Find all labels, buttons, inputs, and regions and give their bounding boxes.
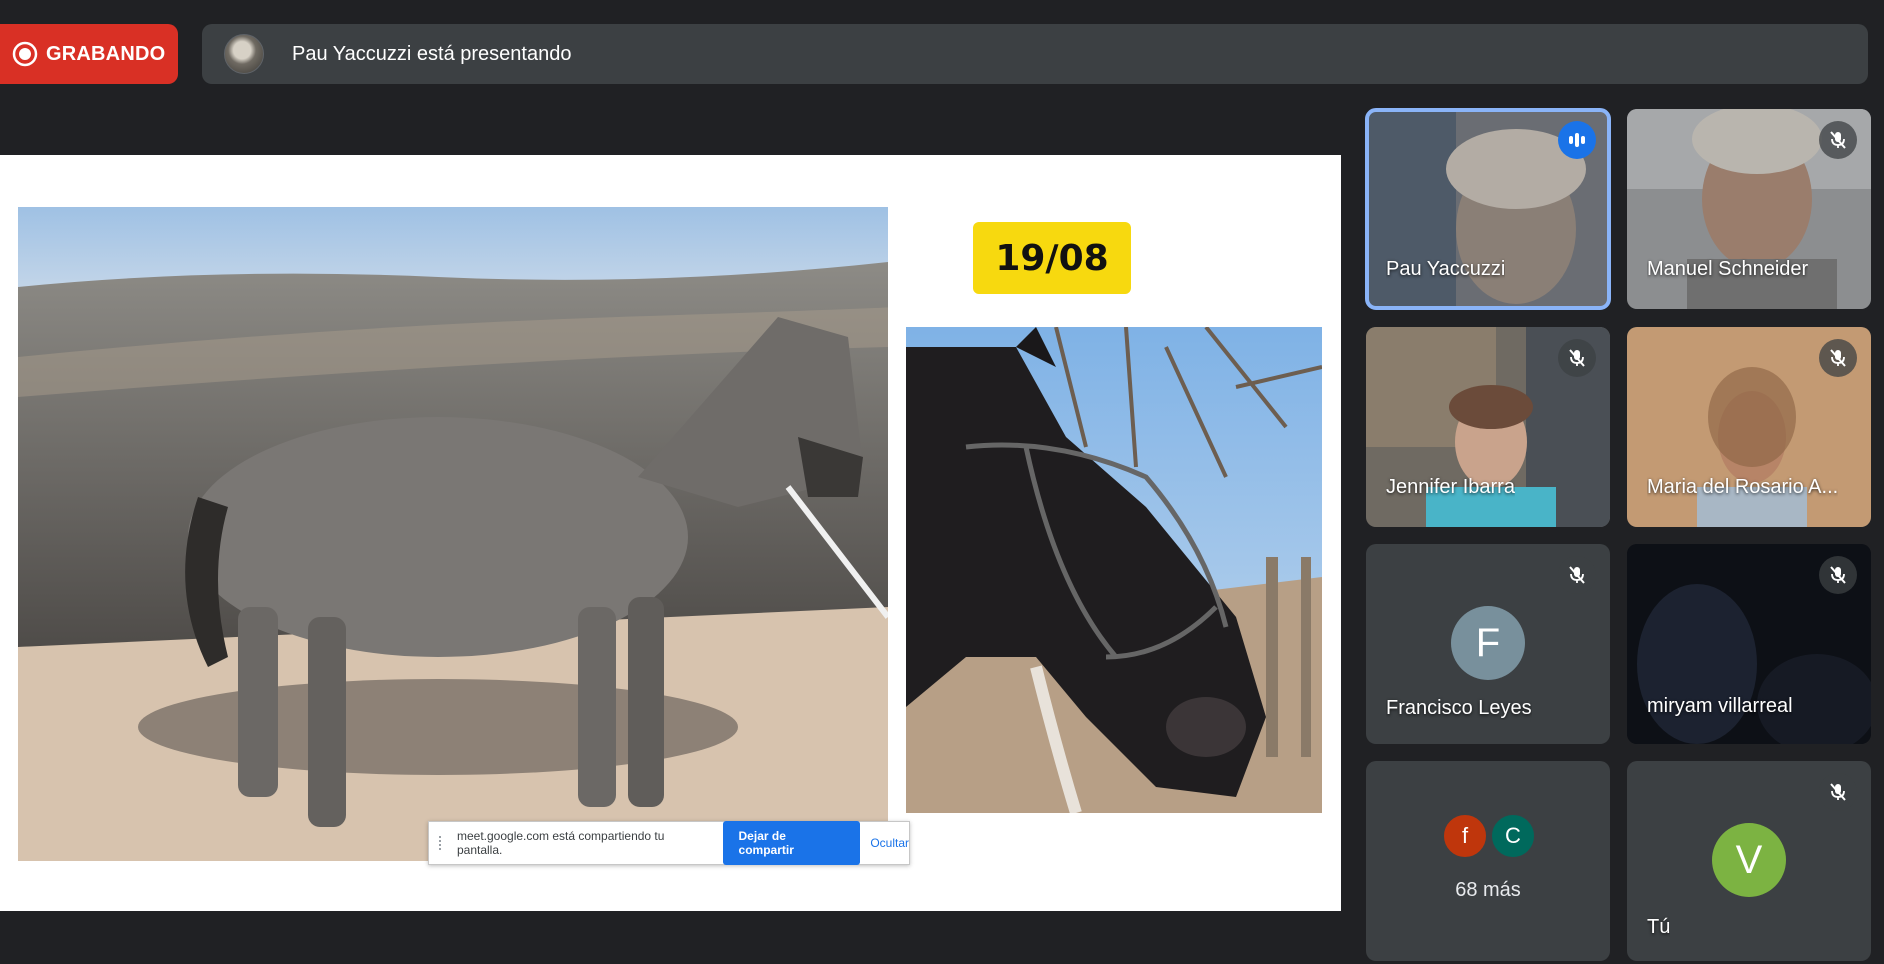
- participant-name: Manuel Schneider: [1647, 258, 1809, 280]
- participant-name: Jennifer Ibarra: [1386, 476, 1515, 498]
- participant-name: Francisco Leyes: [1386, 697, 1532, 719]
- presenter-avatar: [224, 34, 264, 74]
- recording-label: GRABANDO: [46, 42, 166, 65]
- horse-photo-left: [18, 207, 888, 861]
- participant-name: Pau Yaccuzzi: [1386, 258, 1506, 280]
- participant-tile-jennifer-ibarra[interactable]: Jennifer Ibarra: [1366, 327, 1610, 527]
- hide-notice-button[interactable]: Ocultar: [870, 836, 909, 850]
- participant-tile-manuel-schneider[interactable]: Manuel Schneider: [1627, 109, 1871, 309]
- avatar: C: [1490, 813, 1536, 859]
- recording-badge[interactable]: GRABANDO: [0, 24, 178, 84]
- drag-handle-icon[interactable]: [439, 836, 447, 850]
- participant-tile-francisco-leyes[interactable]: F Francisco Leyes: [1366, 544, 1610, 744]
- horse-photo-right: [906, 327, 1322, 813]
- presenter-banner: Pau Yaccuzzi está presentando: [202, 24, 1868, 84]
- screen-share-notice: meet.google.com está compartiendo tu pan…: [428, 821, 910, 865]
- mic-off-icon: [1819, 121, 1857, 159]
- more-participants-label: 68 más: [1455, 879, 1521, 901]
- participant-tile-miryam-villarreal[interactable]: miryam villarreal: [1627, 544, 1871, 744]
- mic-off-icon: [1819, 556, 1857, 594]
- participant-name: Maria del Rosario A...: [1647, 476, 1839, 498]
- more-participants-tile[interactable]: f C 68 más: [1366, 761, 1610, 961]
- participant-tile-maria-del-rosario[interactable]: Maria del Rosario A...: [1627, 327, 1871, 527]
- participant-tile-pau-yaccuzzi[interactable]: Pau Yaccuzzi: [1365, 108, 1611, 310]
- avatar: f: [1442, 813, 1488, 859]
- mic-off-icon: [1558, 556, 1596, 594]
- presenter-text: Pau Yaccuzzi está presentando: [292, 42, 572, 65]
- more-participants-avatars: f C: [1442, 813, 1536, 859]
- avatar: F: [1451, 606, 1525, 680]
- record-icon: [12, 41, 38, 67]
- date-label: 19/08: [973, 222, 1131, 294]
- shared-screen: 19/08 meet.google.com está compartiendo …: [0, 155, 1341, 911]
- mic-off-icon: [1819, 773, 1857, 811]
- mic-off-icon: [1558, 339, 1596, 377]
- participant-tile-self[interactable]: V Tú: [1627, 761, 1871, 961]
- participant-name: miryam villarreal: [1647, 695, 1793, 717]
- speaking-indicator-icon: [1558, 121, 1596, 159]
- avatar: V: [1712, 823, 1786, 897]
- mic-off-icon: [1819, 339, 1857, 377]
- share-notice-message: meet.google.com está compartiendo tu pan…: [456, 829, 665, 857]
- stop-sharing-button[interactable]: Dejar de compartir: [722, 821, 861, 865]
- participant-name: Tú: [1647, 916, 1671, 938]
